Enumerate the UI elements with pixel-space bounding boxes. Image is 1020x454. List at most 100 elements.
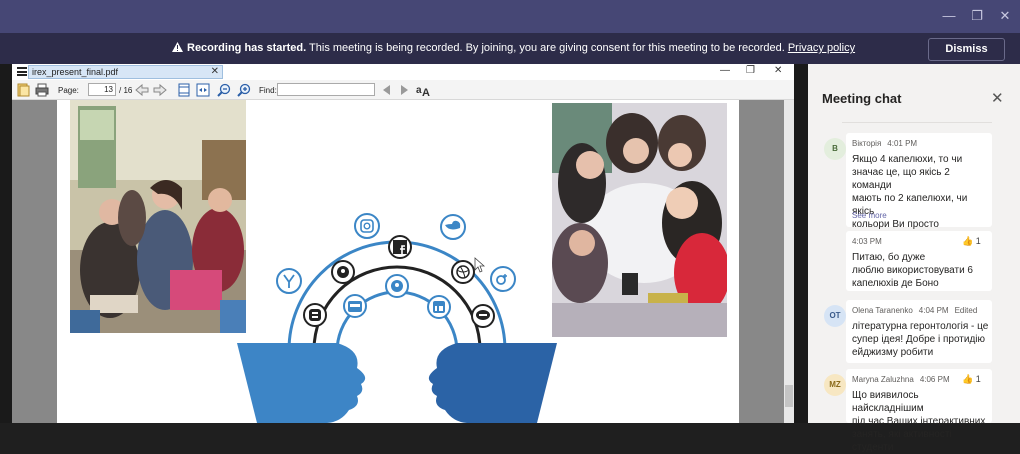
svg-text:A: A	[422, 87, 430, 97]
line-icon	[471, 304, 495, 328]
avatar[interactable]: OT	[824, 305, 846, 327]
close-window-button[interactable]: ✕	[996, 7, 1014, 25]
open-file-icon[interactable]	[16, 83, 30, 97]
message-line: літературна геронтологія - це	[852, 321, 989, 332]
find-next-icon[interactable]	[397, 83, 411, 97]
pdf-close-button[interactable]: ✕	[774, 65, 782, 76]
message-text: Що виявилось найскладнішим під час Ваших…	[852, 389, 992, 454]
message-line: супер ідея! Добре і протидію	[852, 334, 986, 345]
dismiss-button[interactable]: Dismiss	[928, 38, 1005, 61]
pdf-tab-title: irex_present_final.pdf	[32, 67, 119, 77]
pdf-minimize-button[interactable]: —	[720, 65, 730, 76]
print-icon[interactable]	[35, 83, 49, 97]
blogger-icon	[303, 303, 327, 327]
message-line: Питаю, бо дуже	[852, 252, 926, 263]
next-page-icon[interactable]	[153, 83, 167, 97]
page-total: / 16	[119, 86, 133, 95]
thumbs-up-icon: 👍	[962, 374, 974, 384]
pdf-restore-button[interactable]: ❐	[746, 65, 755, 76]
classroom-photo-right	[552, 103, 727, 337]
fit-width-icon[interactable]	[196, 83, 210, 97]
message-time: 4:01 PM	[887, 139, 918, 148]
chat-close-icon[interactable]: ✕	[991, 89, 1004, 107]
recording-banner: Recording has started. This meeting is b…	[0, 33, 1020, 64]
youtube-icon	[343, 294, 367, 318]
yahoo-icon	[276, 268, 302, 294]
twitter-icon	[440, 214, 466, 240]
avatar[interactable]: MZ	[824, 374, 846, 396]
minimize-button[interactable]: —	[940, 7, 958, 25]
pinterest-icon	[331, 260, 355, 284]
edited-label: Edited	[954, 306, 978, 315]
message-time: 4:03 PM	[852, 237, 882, 246]
head-right-silhouette	[428, 343, 557, 423]
find-label: Find:	[259, 86, 277, 95]
zoom-in-icon[interactable]	[237, 83, 251, 97]
chat-message[interactable]: Вікторія 4:01 PM Якщо 4 капелюхи, то чи з…	[846, 133, 992, 230]
like-count: 1	[975, 374, 981, 384]
message-header: 4:03 PM	[852, 237, 882, 246]
menu-icon[interactable]	[17, 67, 27, 76]
message-time: 4:04 PM	[918, 306, 949, 315]
pdf-tab-bar: irex_present_final.pdf ✕ — ❐ ✕	[12, 64, 794, 80]
recording-consent-text: This meeting is being recorded. By joini…	[306, 42, 788, 54]
thumbs-up-icon: 👍	[962, 236, 974, 246]
message-text: Питаю, бо дуже люблю використовувати 6 к…	[852, 251, 973, 290]
cursor-icon	[474, 257, 486, 273]
message-line: капелюхів де Боно	[852, 278, 939, 289]
like-count: 1	[975, 236, 981, 246]
fit-page-icon[interactable]	[177, 83, 191, 97]
title-bar: — ❐ ✕	[0, 0, 1020, 33]
classroom-photo-left	[70, 100, 246, 333]
chat-message[interactable]: 4:03 PM 👍 1 Питаю, бо дуже люблю викорис…	[846, 231, 992, 291]
message-header: Вікторія 4:01 PM	[852, 139, 917, 148]
message-line: Якщо 4 капелюхи, то чи	[852, 154, 963, 165]
previous-page-icon[interactable]	[135, 83, 149, 97]
warning-icon	[172, 42, 183, 52]
message-line: під час Ваших інтерактивних	[852, 416, 986, 427]
message-line: Що виявилось найскладнішим	[852, 390, 924, 414]
chat-title: Meeting chat	[822, 91, 902, 106]
google-plus-icon	[490, 266, 516, 292]
message-header: Olena Taranenko 4:04 PM Edited	[852, 306, 977, 315]
instagram-icon	[354, 213, 380, 239]
message-line: люблю використовувати 6	[852, 265, 973, 276]
like-reaction[interactable]: 👍 1	[962, 374, 981, 385]
recording-message: Recording has started. This meeting is b…	[172, 42, 855, 54]
find-previous-icon[interactable]	[380, 83, 394, 97]
document-area	[12, 100, 794, 423]
message-header: Maryna Zaluzhna 4:06 PM	[852, 375, 950, 384]
message-line: ейджизму робити	[852, 347, 934, 358]
avatar[interactable]: B	[824, 138, 846, 160]
social-media-infographic	[237, 213, 557, 423]
head-left-silhouette	[237, 343, 366, 423]
recording-started-label: Recording has started.	[187, 42, 307, 54]
pdf-tab-close-icon[interactable]: ✕	[211, 66, 219, 78]
chat-message[interactable]: Maryna Zaluzhna 4:06 PM 👍 1 Що виявилось …	[846, 369, 992, 453]
message-text: літературна геронтологія - це супер ідея…	[852, 320, 988, 359]
pdf-tab[interactable]: irex_present_final.pdf ✕	[28, 65, 223, 79]
zoom-out-icon[interactable]	[217, 83, 231, 97]
sender-name: Maryna Zaluzhna	[852, 375, 914, 384]
page-number-input[interactable]: 13	[88, 83, 116, 96]
sender-name: Вікторія	[852, 139, 882, 148]
pinterest-alt-icon	[385, 274, 409, 298]
page-label: Page:	[58, 86, 79, 95]
chat-message[interactable]: Olena Taranenko 4:04 PM Edited літературна…	[846, 300, 992, 363]
pdf-toolbar: Page: 13 / 16 Find: a A	[12, 80, 794, 100]
facebook-icon	[388, 235, 412, 259]
pdf-viewer-window: irex_present_final.pdf ✕ — ❐ ✕ Page: 13 …	[12, 64, 794, 423]
text-size-icon[interactable]: a A	[416, 83, 430, 97]
see-more-link[interactable]: See more	[852, 211, 887, 220]
restore-button[interactable]: ❐	[968, 7, 986, 25]
sender-name: Olena Taranenko	[852, 306, 913, 315]
meeting-chat-panel: Meeting chat ✕ B Вікторія 4:01 PM Якщо 4 …	[808, 64, 1020, 453]
message-line: значає це, що якісь 2 команди	[852, 167, 950, 191]
dribbble-icon	[451, 260, 475, 284]
pdf-page	[57, 100, 739, 423]
like-reaction[interactable]: 👍 1	[962, 236, 981, 247]
pdf-scrollbar[interactable]	[784, 100, 794, 423]
find-input[interactable]	[277, 83, 375, 96]
scrollbar-thumb[interactable]	[785, 385, 793, 407]
privacy-policy-link[interactable]: Privacy policy	[788, 42, 855, 54]
